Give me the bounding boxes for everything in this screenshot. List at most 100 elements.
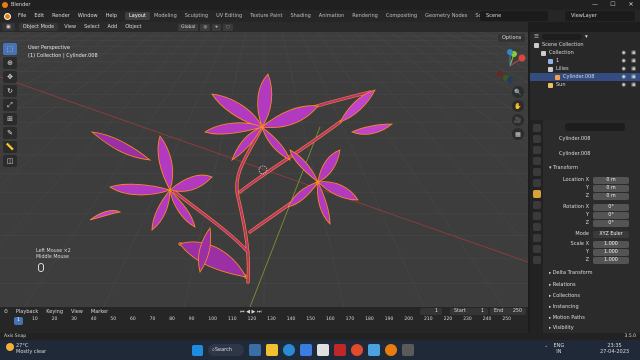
render-tab-icon[interactable]: [532, 135, 541, 143]
visibility-eye-icon[interactable]: ◉: [622, 58, 626, 64]
view-layer-tab-icon[interactable]: [532, 157, 541, 165]
keying-menu[interactable]: Keying: [42, 309, 67, 315]
grid-view-icon[interactable]: ▦: [512, 128, 524, 140]
maximize-icon[interactable]: ☐: [604, 0, 622, 10]
current-frame-field[interactable]: 1: [420, 308, 442, 315]
outliner-row[interactable]: Scene Collection: [530, 41, 640, 49]
data-tab-icon[interactable]: [532, 245, 541, 253]
properties-search-input[interactable]: [565, 123, 625, 131]
relations-section[interactable]: Relations: [549, 282, 576, 288]
file-explorer-icon[interactable]: [266, 344, 278, 356]
playhead-frame[interactable]: 1: [14, 317, 23, 325]
view-layer-selector[interactable]: ViewLayer: [565, 11, 635, 21]
rotate-tool[interactable]: ↻: [3, 85, 17, 97]
output-tab-icon[interactable]: [532, 146, 541, 154]
clock[interactable]: 23:35 27-04-2023: [600, 343, 629, 355]
marker-menu[interactable]: Marker: [87, 309, 112, 315]
transform-panel-header[interactable]: ▾ Transform: [549, 165, 640, 171]
object-tab-icon[interactable]: [532, 190, 541, 198]
3d-viewport[interactable]: ⬚ ⊕ ✥ ↻ ⤢ ⊞ ✎ 📏 ◫ User Perspective (1) C…: [0, 32, 528, 307]
menu-edit[interactable]: Edit: [30, 13, 48, 19]
filter-icon[interactable]: ▾: [585, 34, 588, 40]
rotation-mode-dropdown[interactable]: XYZ Euler: [593, 231, 629, 238]
outliner-row[interactable]: Collection ◉ ▣: [530, 49, 640, 57]
playback-controls[interactable]: ⏮ ◀ ▶ ⏭: [236, 309, 265, 315]
options-button[interactable]: Options: [498, 34, 526, 42]
snap-icon[interactable]: ⌖: [212, 23, 221, 31]
blender-menu-button[interactable]: [2, 11, 12, 21]
store-icon[interactable]: [300, 344, 312, 356]
outliner-row[interactable]: Lilies ◉ ▣: [530, 65, 640, 73]
tab-geometry-nodes[interactable]: Geometry Nodes: [421, 12, 471, 20]
tab-animation[interactable]: Animation: [315, 12, 349, 20]
menu-render[interactable]: Render: [48, 13, 74, 19]
measure-tool[interactable]: 📏: [3, 141, 17, 153]
outliner-row[interactable]: Sun ◉ ▣: [530, 81, 640, 89]
object-name[interactable]: Cylinder.008: [559, 136, 590, 142]
material-tab-icon[interactable]: [532, 256, 541, 264]
scale-tool[interactable]: ⤢: [3, 99, 17, 111]
constraints-tab-icon[interactable]: [532, 234, 541, 242]
location-y-field[interactable]: 0 m: [593, 185, 629, 192]
photos-icon[interactable]: [368, 344, 380, 356]
render-camera-icon[interactable]: ▣: [631, 74, 636, 80]
tab-layout[interactable]: Layout: [125, 12, 150, 20]
outliner-search-input[interactable]: [541, 33, 582, 40]
move-tool[interactable]: ✥: [3, 71, 17, 83]
transform-tool[interactable]: ⊞: [3, 113, 17, 125]
menu-file[interactable]: File: [14, 13, 30, 19]
visibility-eye-icon[interactable]: ◉: [622, 74, 626, 80]
taskbar-search[interactable]: ⌕ Search: [208, 344, 244, 356]
outliner-editor-icon[interactable]: ☰: [534, 34, 539, 40]
location-x-field[interactable]: 0 m: [593, 177, 629, 184]
app-icon[interactable]: [317, 344, 329, 356]
instancing-section[interactable]: Instancing: [549, 304, 579, 310]
frame-ruler[interactable]: 10 20 30 40 50 60 70 80 90 100 110 120 130 140 150 160 1…: [10, 317, 525, 325]
view-menu[interactable]: View: [60, 24, 80, 30]
orientation-dropdown[interactable]: Global: [178, 23, 199, 31]
render-camera-icon[interactable]: ▣: [631, 58, 636, 64]
timeline-editor-icon[interactable]: ⏱: [0, 309, 12, 315]
location-z-field[interactable]: 0 m: [593, 193, 629, 200]
tab-compositing[interactable]: Compositing: [382, 12, 421, 20]
add-menu[interactable]: Add: [104, 24, 122, 30]
camera-view-icon[interactable]: 🎥: [512, 114, 524, 126]
particles-tab-icon[interactable]: [532, 212, 541, 220]
object-menu[interactable]: Object: [121, 24, 145, 30]
render-camera-icon[interactable]: ▣: [631, 66, 636, 72]
visibility-section[interactable]: Visibility: [549, 325, 574, 331]
tab-texture-paint[interactable]: Texture Paint: [246, 12, 286, 20]
tab-sculpting[interactable]: Sculpting: [181, 12, 212, 20]
close-icon[interactable]: ✕: [622, 0, 640, 10]
tool-tab-icon[interactable]: [532, 124, 541, 132]
rotation-x-field[interactable]: 0°: [593, 204, 629, 211]
modifier-tab-icon[interactable]: [532, 201, 541, 209]
tab-rendering[interactable]: Rendering: [348, 12, 382, 20]
navigation-gizmo[interactable]: [492, 48, 528, 84]
cursor-tool[interactable]: ⊕: [3, 57, 17, 69]
chevron-up-icon[interactable]: ˄: [545, 346, 548, 352]
visibility-eye-icon[interactable]: ◉: [622, 66, 626, 72]
visibility-eye-icon[interactable]: ◉: [622, 82, 626, 88]
zoom-icon[interactable]: 🔍: [512, 86, 524, 98]
outliner-row[interactable]: 1 ◉ ▣: [530, 57, 640, 65]
playback-menu[interactable]: Playback: [12, 309, 42, 315]
render-camera-icon[interactable]: ▣: [631, 82, 636, 88]
start-frame-field[interactable]: Start 1: [450, 308, 488, 315]
minimize-icon[interactable]: —: [586, 0, 604, 10]
outliner-row[interactable]: Cylinder.008 ◉ ▣: [530, 73, 640, 81]
menu-window[interactable]: Window: [74, 13, 102, 19]
tab-uv-editing[interactable]: UV Editing: [212, 12, 246, 20]
pan-icon[interactable]: ✋: [512, 100, 524, 112]
rotation-z-field[interactable]: 0°: [593, 220, 629, 227]
select-menu[interactable]: Select: [80, 24, 103, 30]
windows-start-icon[interactable]: [192, 344, 203, 356]
rotation-y-field[interactable]: 0°: [593, 212, 629, 219]
office-icon[interactable]: [334, 344, 346, 356]
scene-selector[interactable]: Scene: [480, 11, 548, 21]
tab-modeling[interactable]: Modeling: [150, 12, 181, 20]
render-camera-icon[interactable]: ▣: [631, 50, 636, 56]
scene-tab-icon[interactable]: [532, 168, 541, 176]
visibility-eye-icon[interactable]: ◉: [622, 50, 626, 56]
blender-taskbar-icon[interactable]: [385, 344, 397, 356]
